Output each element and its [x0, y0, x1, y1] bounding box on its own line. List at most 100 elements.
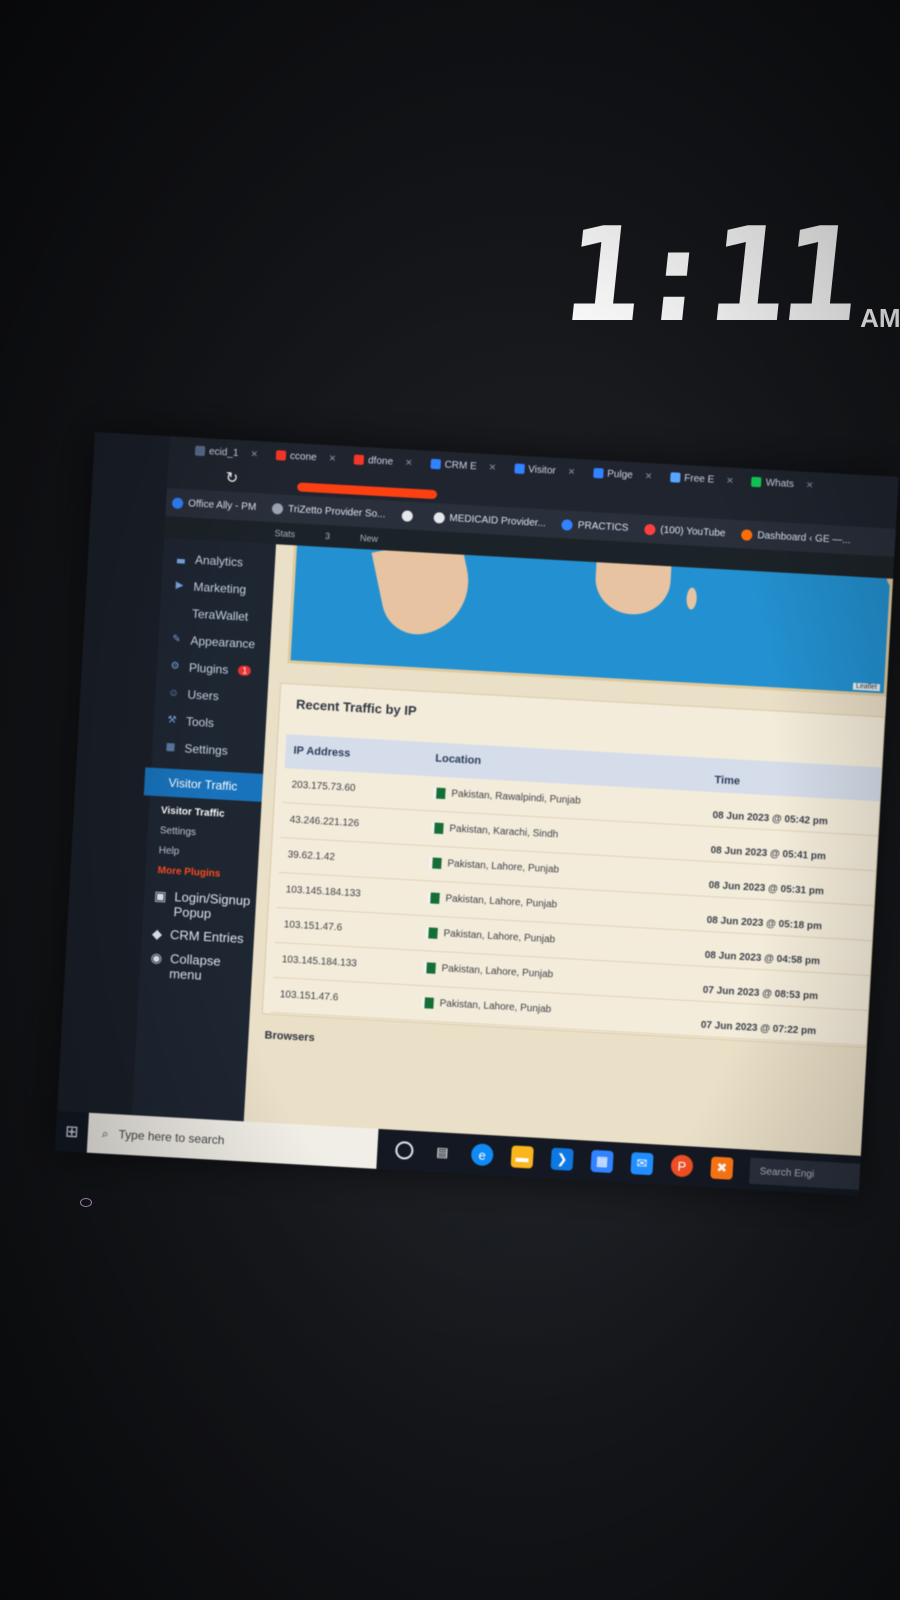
location-cell: Pakistan, Karachi, Sindh — [431, 822, 558, 841]
pakistan-flag-icon — [429, 857, 442, 870]
settings-icon: ▦ — [165, 741, 176, 753]
cortana-icon[interactable] — [394, 1140, 414, 1160]
task-view-icon[interactable]: ▤ — [431, 1141, 454, 1164]
tab-close-icon[interactable]: ✕ — [328, 453, 336, 464]
browser-tab[interactable]: Pulge ✕ — [587, 467, 659, 482]
sidebar-item-extra[interactable]: ◉ Collapse menu — [140, 949, 254, 985]
bookmark-favicon-icon — [433, 511, 445, 524]
tab-close-icon[interactable]: ✕ — [567, 466, 576, 477]
tab-favicon-icon — [194, 445, 206, 457]
taskbar-search-placeholder: Type here to search — [118, 1127, 225, 1148]
tab-label: Free E — [683, 472, 715, 486]
tab-label: Visitor — [527, 463, 557, 477]
sidebar-active-label: Visitor Traffic — [168, 775, 238, 794]
adminbar-count[interactable]: 3 — [325, 531, 331, 541]
tab-favicon-icon — [353, 454, 365, 466]
adminbar-stats[interactable]: Stats — [274, 528, 295, 539]
ip-cell[interactable]: 103.145.184.133 — [285, 884, 361, 899]
ip-cell[interactable]: 43.246.221.126 — [289, 814, 359, 829]
bookmark-item[interactable]: TriZetto Provider So... — [271, 502, 386, 520]
time-cell: 07 Jun 2023 @ 07:22 pm — [700, 1019, 817, 1038]
tab-close-icon[interactable]: ✕ — [405, 457, 413, 468]
sidebar-item-label: Users — [187, 687, 220, 703]
sidebar-item-label: Tools — [185, 714, 215, 730]
recent-traffic-panel: Recent Traffic by IP IP Address Location… — [261, 682, 886, 1049]
sidebar-item-label: Marketing — [193, 579, 247, 597]
tab-label: ccone — [289, 450, 317, 463]
tab-favicon-icon — [430, 458, 441, 470]
location-text: Pakistan, Lahore, Punjab — [441, 963, 554, 981]
browser-tab[interactable]: ccone ✕ — [270, 449, 343, 464]
tab-close-icon[interactable]: ✕ — [488, 462, 496, 473]
edge-icon[interactable]: e — [470, 1143, 494, 1167]
time-cell: 07 Jun 2023 @ 08:53 pm — [702, 984, 819, 1003]
adminbar-new[interactable]: New — [360, 533, 379, 544]
file-explorer-icon[interactable]: ▬ — [510, 1145, 534, 1169]
store-icon[interactable]: ▦ — [590, 1149, 614, 1174]
mail-icon[interactable]: ✉ — [630, 1152, 654, 1176]
taskbar-search-engine[interactable]: Search Engi — [749, 1157, 861, 1190]
ip-cell[interactable]: 103.145.184.133 — [282, 954, 358, 969]
reload-icon[interactable]: ↻ — [225, 468, 239, 487]
time-cell: 08 Jun 2023 @ 05:18 pm — [706, 914, 823, 933]
bookmark-favicon-icon — [401, 509, 413, 522]
bookmark-item[interactable]: MEDICAID Provider... — [433, 511, 546, 529]
map-attribution[interactable]: Leaflet — [852, 682, 881, 692]
brush-icon: ✎ — [172, 633, 182, 646]
tab-label: ecid_1 — [208, 445, 239, 459]
xampp-icon[interactable]: ✖ — [710, 1156, 734, 1180]
ip-cell[interactable]: 203.175.73.60 — [291, 780, 355, 795]
tab-close-icon[interactable]: ✕ — [644, 470, 653, 481]
browser-tab[interactable]: dfone ✕ — [348, 454, 419, 469]
sidebar-item-extra[interactable]: ◆ CRM Entries — [142, 925, 255, 947]
sidebar-item-visitor-traffic[interactable]: Visitor Traffic — [143, 767, 264, 802]
tab-close-icon[interactable]: ✕ — [726, 475, 734, 486]
browser-tab[interactable]: Visitor ✕ — [508, 463, 582, 478]
time-cell: 08 Jun 2023 @ 05:31 pm — [708, 879, 825, 898]
windows-start-icon[interactable]: ⊞ — [55, 1121, 88, 1143]
sidebar-item-label: Login/Signup Popup — [173, 889, 251, 922]
cube-icon: ◆ — [151, 925, 163, 942]
ip-cell[interactable]: 103.151.47.6 — [280, 989, 339, 1003]
location-text: Pakistan, Lahore, Punjab — [439, 998, 552, 1016]
pakistan-flag-icon — [427, 892, 440, 904]
column-ip[interactable]: IP Address — [293, 745, 350, 760]
tab-close-icon[interactable]: ✕ — [806, 479, 814, 490]
pakistan-flag-icon — [431, 822, 444, 835]
browsers-panel-title: Browsers — [264, 1029, 315, 1045]
column-location[interactable]: Location — [435, 753, 481, 768]
ip-cell[interactable]: 103.151.47.6 — [283, 919, 342, 933]
location-cell: Pakistan, Lahore, Punjab — [427, 892, 557, 911]
browser-tab[interactable]: ecid_1 ✕ — [189, 445, 265, 460]
vscode-icon[interactable]: ❯ — [550, 1147, 574, 1171]
search-icon: ⌕ — [101, 1125, 109, 1141]
bookmark-label: PRACTICS — [577, 519, 629, 534]
location-cell: Pakistan, Lahore, Punjab — [425, 927, 555, 946]
sidebar-item-label: Settings — [184, 740, 229, 758]
sidebar-item-settings[interactable]: ▦ Settings — [152, 733, 265, 766]
ip-cell[interactable]: 39.62.1.42 — [287, 849, 335, 863]
browser-tab[interactable]: Free E ✕ — [664, 471, 740, 486]
pakistan-flag-icon — [425, 927, 438, 939]
location-cell: Pakistan, Lahore, Punjab — [421, 997, 552, 1016]
bookmark-item[interactable] — [401, 509, 418, 522]
wallet-icon — [172, 606, 185, 619]
time-cell: 08 Jun 2023 @ 05:41 pm — [710, 845, 827, 863]
browser-tab[interactable]: Whats ✕ — [745, 476, 819, 491]
powerpoint-icon[interactable]: P — [670, 1154, 694, 1178]
clock-time: 1:11 — [557, 199, 863, 351]
tab-close-icon[interactable]: ✕ — [250, 448, 258, 459]
location-text: Pakistan, Lahore, Punjab — [447, 858, 560, 876]
wrench-icon: ⚒ — [167, 714, 177, 726]
bookmark-item[interactable]: PRACTICS — [561, 518, 629, 534]
time-cell: 08 Jun 2023 @ 05:42 pm — [712, 810, 829, 828]
bookmark-item[interactable]: (100) YouTube — [644, 523, 726, 539]
sidebar-item-extra[interactable]: ▣ Login/Signup Popup — [143, 887, 257, 923]
bookmark-item[interactable]: Office Ally - PM — [171, 496, 257, 513]
sidebar-item-label: Plugins — [188, 660, 229, 677]
bookmark-item[interactable]: Dashboard ‹ GE —... — [741, 528, 851, 546]
tab-label: Pulge — [606, 468, 634, 481]
column-time[interactable]: Time — [714, 774, 740, 787]
sidebar-item-label: Analytics — [194, 552, 244, 569]
browser-tab[interactable]: CRM E ✕ — [424, 458, 502, 473]
